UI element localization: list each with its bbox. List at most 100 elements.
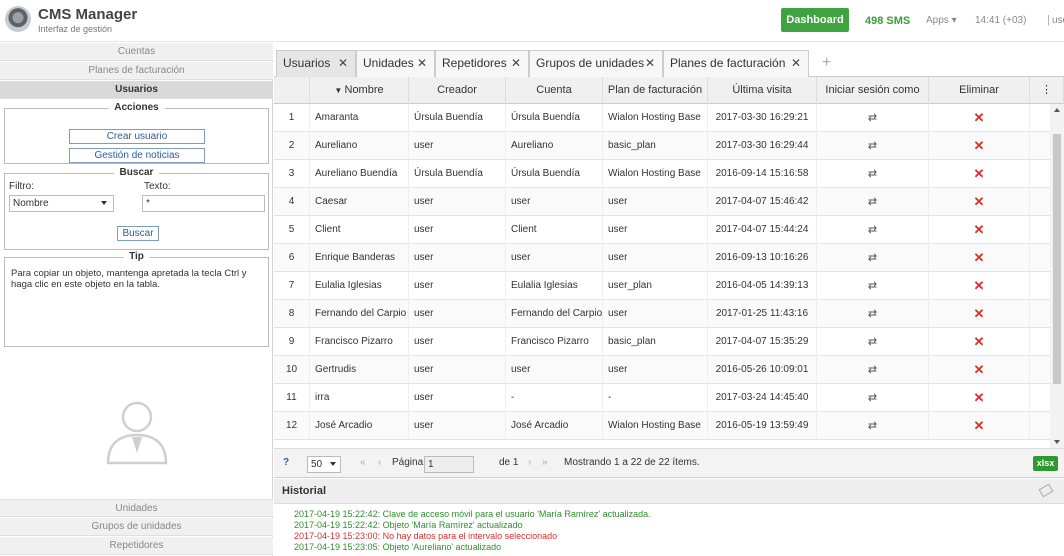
login-as-icon[interactable]: ⇄: [817, 216, 929, 244]
table-row[interactable]: 9 Francisco Pizarro user Francisco Pizarro b…: [274, 328, 1050, 356]
table-row[interactable]: 5 Client user Client user 2017-04-07 15:44:24…: [274, 216, 1050, 244]
clock: 14:41 (+03): [975, 15, 1027, 26]
column-menu-icon[interactable]: ⋮: [1030, 77, 1064, 104]
scroll-down-icon[interactable]: [1054, 440, 1060, 444]
scroll-thumb[interactable]: [1053, 134, 1061, 384]
cell-visita: 2017-04-07 15:35:29: [708, 328, 817, 356]
tab-unidades[interactable]: Unidades ✕: [356, 50, 435, 77]
sidebar-tab-repetidores[interactable]: Repetidores: [0, 537, 273, 555]
tab-repetidores[interactable]: Repetidores ✕: [435, 50, 529, 77]
sidebar-tab-planes[interactable]: Planes de facturación: [0, 62, 273, 80]
sidebar-tab-grupos[interactable]: Grupos de unidades: [0, 518, 273, 536]
table-row[interactable]: 12 José Arcadio user José Arcadio Wialon Hos…: [274, 412, 1050, 440]
scroll-up-icon[interactable]: [1054, 108, 1060, 112]
delete-icon[interactable]: ✕: [929, 300, 1030, 328]
user-menu[interactable]: user: [1052, 15, 1064, 26]
last-page-button[interactable]: »: [542, 457, 548, 468]
col-eliminar[interactable]: Eliminar: [929, 77, 1030, 104]
login-as-icon[interactable]: ⇄: [817, 300, 929, 328]
cell-index: 9: [274, 328, 310, 356]
delete-icon[interactable]: ✕: [929, 384, 1030, 412]
tip-title: Tip: [123, 251, 150, 262]
per-page-select[interactable]: 50: [307, 456, 341, 473]
app-title: CMS Manager: [38, 6, 138, 23]
cell-cuenta: José Arcadio: [506, 412, 603, 440]
login-as-icon[interactable]: ⇄: [817, 412, 929, 440]
delete-icon[interactable]: ✕: [929, 160, 1030, 188]
cell-visita: 2016-09-13 10:16:26: [708, 244, 817, 272]
sidebar-tab-cuentas[interactable]: Cuentas: [0, 43, 273, 61]
tab-usuarios[interactable]: Usuarios ✕: [276, 50, 356, 77]
col-creador[interactable]: Creador: [409, 77, 506, 104]
delete-icon[interactable]: ✕: [929, 216, 1030, 244]
search-button[interactable]: Buscar: [117, 226, 159, 241]
table-row[interactable]: 6 Enrique Banderas user user user 2016-09-13 …: [274, 244, 1050, 272]
col-cuenta[interactable]: Cuenta: [506, 77, 603, 104]
tab-planes[interactable]: Planes de facturación ✕: [663, 50, 809, 77]
login-as-icon[interactable]: ⇄: [817, 384, 929, 412]
filter-select[interactable]: Nombre: [9, 195, 114, 212]
table-row[interactable]: 3 Aureliano Buendía Úrsula Buendía Úrsula B…: [274, 160, 1050, 188]
search-text-input[interactable]: *: [142, 195, 265, 212]
first-page-button[interactable]: «: [360, 457, 366, 468]
close-icon[interactable]: ✕: [511, 51, 521, 75]
login-as-icon[interactable]: ⇄: [817, 160, 929, 188]
close-icon[interactable]: ✕: [417, 51, 427, 75]
delete-icon[interactable]: ✕: [929, 328, 1030, 356]
close-icon[interactable]: ✕: [338, 51, 348, 75]
table-row[interactable]: 2 Aureliano user Aureliano basic_plan 2017-03…: [274, 132, 1050, 160]
tab-grupos[interactable]: Grupos de unidades ✕: [529, 50, 663, 77]
sidebar-tab-unidades[interactable]: Unidades: [0, 499, 273, 517]
col-plan[interactable]: Plan de facturación: [603, 77, 708, 104]
table-scrollbar[interactable]: [1050, 104, 1064, 448]
table-row[interactable]: 11 irra user - -2017-03-24 14:45:40 ⇄ ✕: [274, 384, 1050, 412]
table-row[interactable]: 10 Gertrudis user user user 2016-05-26 10:09:…: [274, 356, 1050, 384]
tab-label: Usuarios: [283, 56, 331, 70]
col-nombre[interactable]: ▼ Nombre: [310, 77, 409, 104]
cell-visita: 2017-03-30 16:29:21: [708, 104, 817, 132]
sidebar-tab-usuarios[interactable]: Usuarios: [0, 81, 273, 99]
cell-visita: 2017-04-07 15:46:42: [708, 188, 817, 216]
cell-cuenta: user: [506, 244, 603, 272]
cell-index: 5: [274, 216, 310, 244]
col-login-as[interactable]: Iniciar sesión como: [817, 77, 929, 104]
table-row[interactable]: 1 Amaranta Úrsula Buendía Úrsula Buendía Wia…: [274, 104, 1050, 132]
cell-index: 7: [274, 272, 310, 300]
close-icon[interactable]: ✕: [645, 51, 655, 75]
cell-cuenta: -: [506, 384, 603, 412]
apps-menu[interactable]: Apps ▾: [926, 15, 957, 26]
per-page-value: 50: [311, 459, 323, 470]
news-button[interactable]: Gestión de noticias: [69, 148, 205, 163]
delete-icon[interactable]: ✕: [929, 356, 1030, 384]
delete-icon[interactable]: ✕: [929, 412, 1030, 440]
help-icon[interactable]: ?: [283, 457, 289, 468]
table-row[interactable]: 4 Caesar user user user 2017-04-07 15:46:42 ⇄ ✕: [274, 188, 1050, 216]
delete-icon[interactable]: ✕: [929, 188, 1030, 216]
col-visita[interactable]: Última visita: [708, 77, 817, 104]
login-as-icon[interactable]: ⇄: [817, 328, 929, 356]
delete-icon[interactable]: ✕: [929, 244, 1030, 272]
login-as-icon[interactable]: ⇄: [817, 272, 929, 300]
cell-creador: user: [409, 132, 506, 160]
sms-counter[interactable]: 498 SMS: [865, 15, 910, 27]
prev-page-button[interactable]: ‹: [378, 457, 381, 468]
delete-icon[interactable]: ✕: [929, 272, 1030, 300]
login-as-icon[interactable]: ⇄: [817, 188, 929, 216]
sidebar: Cuentas Planes de facturación Usuarios A…: [0, 43, 273, 556]
login-as-icon[interactable]: ⇄: [817, 132, 929, 160]
login-as-icon[interactable]: ⇄: [817, 244, 929, 272]
delete-icon[interactable]: ✕: [929, 104, 1030, 132]
table-row[interactable]: 8 Fernando del Carpio user Fernando del Car…: [274, 300, 1050, 328]
delete-icon[interactable]: ✕: [929, 132, 1030, 160]
table-row[interactable]: 7 Eulalia Iglesias user Eulalia Iglesias use…: [274, 272, 1050, 300]
export-xlsx-button[interactable]: xlsx: [1033, 456, 1058, 471]
login-as-icon[interactable]: ⇄: [817, 356, 929, 384]
next-page-button[interactable]: ›: [528, 457, 531, 468]
cell-creador: user: [409, 244, 506, 272]
create-user-button[interactable]: Crear usuario: [69, 129, 205, 144]
add-tab-icon[interactable]: +: [822, 54, 831, 72]
dashboard-button[interactable]: Dashboard: [781, 8, 849, 32]
close-icon[interactable]: ✕: [791, 51, 801, 75]
login-as-icon[interactable]: ⇄: [817, 104, 929, 132]
page-input[interactable]: 1: [424, 456, 474, 473]
